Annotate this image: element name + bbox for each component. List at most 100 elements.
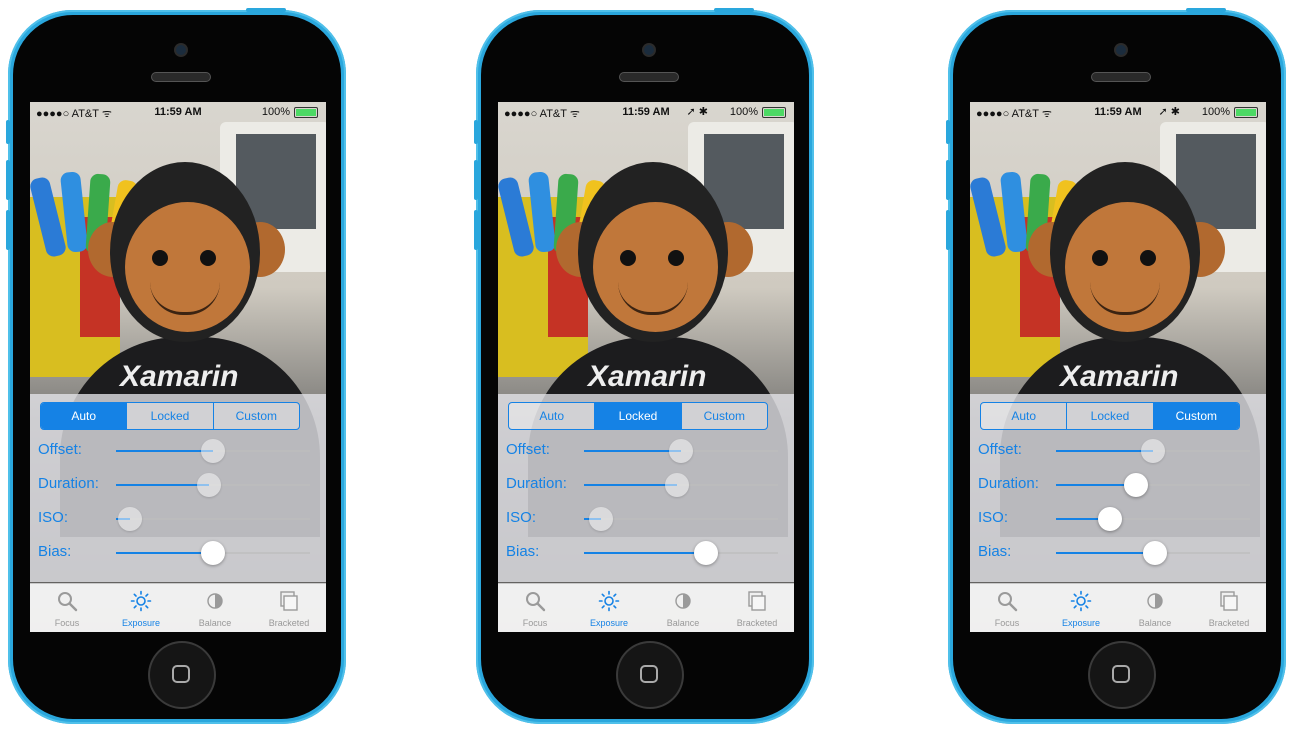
bias-slider-thumb[interactable] bbox=[1142, 541, 1167, 565]
offset-slider-thumb bbox=[669, 439, 693, 463]
power-button[interactable] bbox=[714, 8, 754, 12]
home-button[interactable] bbox=[150, 643, 214, 707]
bias-slider-row: Bias: bbox=[978, 540, 1258, 565]
segment-locked[interactable]: Locked bbox=[127, 403, 214, 429]
volume-down-button[interactable] bbox=[6, 210, 10, 250]
bias-slider[interactable] bbox=[584, 541, 778, 565]
monkey-eye-shape bbox=[1140, 250, 1156, 266]
segment-auto[interactable]: Auto bbox=[981, 403, 1068, 429]
duration-slider bbox=[584, 473, 778, 497]
iso-slider-thumb[interactable] bbox=[1098, 507, 1123, 531]
tab-focus[interactable]: Focus bbox=[970, 584, 1044, 632]
offset-slider-thumb bbox=[1141, 439, 1165, 463]
offset-label: Offset: bbox=[38, 441, 82, 458]
volume-up-button[interactable] bbox=[474, 160, 478, 200]
tab-bracketed[interactable]: Bracketed bbox=[252, 584, 326, 632]
tab-label: Balance bbox=[198, 618, 232, 628]
stacked-frames-icon bbox=[1218, 590, 1240, 612]
iso-slider-row: ISO: bbox=[506, 506, 786, 531]
tab-exposure[interactable]: Exposure bbox=[572, 584, 646, 632]
duration-slider bbox=[116, 473, 310, 497]
mute-switch[interactable] bbox=[474, 120, 478, 144]
battery-icon bbox=[294, 107, 318, 118]
segment-auto[interactable]: Auto bbox=[509, 403, 596, 429]
tab-label: Focus bbox=[54, 618, 80, 628]
offset-slider bbox=[1056, 439, 1250, 463]
stacked-frames-icon bbox=[746, 590, 768, 612]
status-bar: ●●●●○ AT&T ᯤ 11:59 AM 100% bbox=[30, 102, 326, 122]
iphone-3: Xamarin ●●●●○ AT&T ᯤ 11:59 AM ➚ ✱ 100% A… bbox=[946, 8, 1286, 724]
exposure-mode-segmented-control: Auto Locked Custom bbox=[40, 402, 300, 430]
offset-slider bbox=[116, 439, 310, 463]
offset-slider bbox=[584, 439, 778, 463]
mute-switch[interactable] bbox=[6, 120, 10, 144]
home-button[interactable] bbox=[1090, 643, 1154, 707]
tab-bar: Focus Exposure Balance Bracketed bbox=[498, 583, 794, 632]
volume-down-button[interactable] bbox=[474, 210, 478, 250]
offset-slider-fill bbox=[1056, 450, 1153, 452]
tab-label: Balance bbox=[1138, 618, 1172, 628]
tab-focus[interactable]: Focus bbox=[30, 584, 104, 632]
tab-bracketed[interactable]: Bracketed bbox=[1192, 584, 1266, 632]
tab-label: Focus bbox=[522, 618, 548, 628]
stacked-frames-icon bbox=[278, 590, 300, 612]
segment-locked[interactable]: Locked bbox=[1067, 403, 1154, 429]
magnifier-icon bbox=[524, 590, 546, 612]
tab-exposure[interactable]: Exposure bbox=[104, 584, 178, 632]
segment-custom[interactable]: Custom bbox=[1153, 403, 1239, 429]
magnifier-icon bbox=[56, 590, 78, 612]
front-camera-icon bbox=[176, 45, 186, 55]
bias-slider-fill bbox=[1056, 552, 1155, 554]
bias-slider[interactable] bbox=[116, 541, 310, 565]
segment-auto[interactable]: Auto bbox=[41, 403, 128, 429]
duration-slider-thumb[interactable] bbox=[1123, 473, 1148, 497]
offset-slider-row: Offset: bbox=[506, 438, 786, 463]
tab-label: Focus bbox=[994, 618, 1020, 628]
power-button[interactable] bbox=[1186, 8, 1226, 12]
iso-slider bbox=[584, 507, 778, 531]
offset-label: Offset: bbox=[978, 441, 1022, 458]
duration-slider-row: Duration: bbox=[978, 472, 1258, 497]
duration-slider[interactable] bbox=[1056, 473, 1250, 497]
iso-label: ISO: bbox=[38, 509, 69, 526]
bias-label: Bias: bbox=[38, 543, 72, 560]
tab-label: Exposure bbox=[1061, 618, 1101, 628]
tab-balance[interactable]: Balance bbox=[646, 584, 720, 632]
duration-label: Duration: bbox=[978, 475, 1039, 492]
tab-label: Bracketed bbox=[736, 618, 778, 628]
tab-balance[interactable]: Balance bbox=[1118, 584, 1192, 632]
monkey-eye-shape bbox=[152, 250, 168, 266]
home-button[interactable] bbox=[618, 643, 682, 707]
bias-slider-row: Bias: bbox=[38, 540, 318, 565]
tab-exposure[interactable]: Exposure bbox=[1044, 584, 1118, 632]
tab-label: Exposure bbox=[589, 618, 629, 628]
earpiece-speaker bbox=[620, 73, 678, 81]
volume-down-button[interactable] bbox=[946, 210, 950, 250]
bias-slider[interactable] bbox=[1056, 541, 1250, 565]
segment-custom[interactable]: Custom bbox=[682, 403, 767, 429]
offset-label: Offset: bbox=[506, 441, 550, 458]
iso-slider[interactable] bbox=[1056, 507, 1250, 531]
power-button[interactable] bbox=[246, 8, 286, 12]
exposure-panel: Auto Locked Custom Offset: Duration: ISO: … bbox=[970, 394, 1266, 582]
bias-slider-thumb[interactable] bbox=[694, 541, 719, 565]
monkey-eye-shape bbox=[620, 250, 636, 266]
segment-locked[interactable]: Locked bbox=[595, 403, 682, 429]
duration-slider-thumb bbox=[665, 473, 690, 497]
half-circle-icon bbox=[672, 590, 694, 612]
shirt-logo-text: Xamarin bbox=[1060, 360, 1179, 393]
mute-switch[interactable] bbox=[946, 120, 950, 144]
bias-slider-fill bbox=[116, 552, 213, 554]
volume-up-button[interactable] bbox=[946, 160, 950, 200]
sun-icon bbox=[130, 590, 152, 612]
location-bluetooth-icons: ➚ ✱ bbox=[686, 106, 709, 118]
tab-balance[interactable]: Balance bbox=[178, 584, 252, 632]
segment-custom[interactable]: Custom bbox=[214, 403, 299, 429]
bias-slider-thumb[interactable] bbox=[201, 541, 225, 565]
tab-focus[interactable]: Focus bbox=[498, 584, 572, 632]
tab-bracketed[interactable]: Bracketed bbox=[720, 584, 794, 632]
duration-slider-thumb bbox=[197, 473, 222, 497]
earpiece-speaker bbox=[1092, 73, 1150, 81]
exposure-panel: Auto Locked Custom Offset: Duration: ISO: … bbox=[30, 394, 326, 582]
volume-up-button[interactable] bbox=[6, 160, 10, 200]
